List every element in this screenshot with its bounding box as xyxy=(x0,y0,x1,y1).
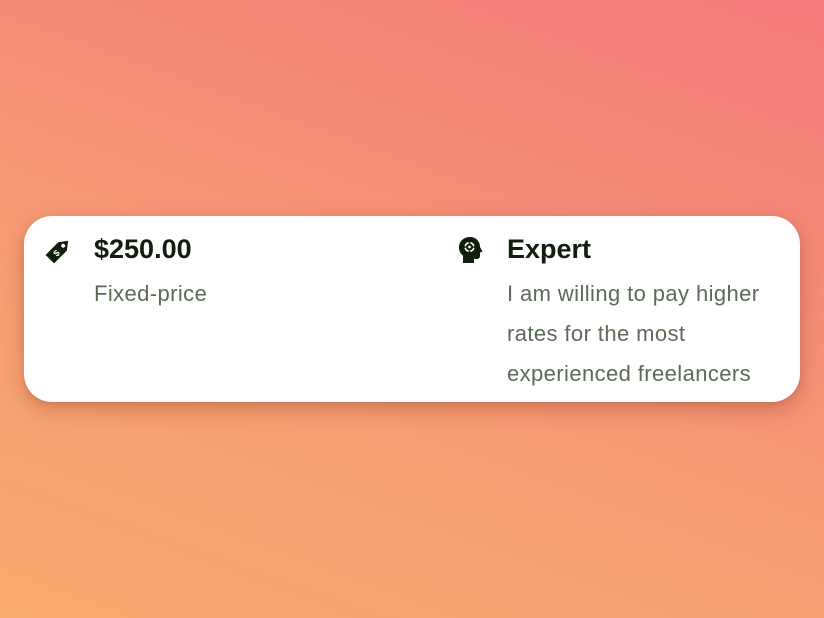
price-tag-icon: $ xyxy=(44,235,74,265)
job-details-card: $ $250.00 Fixed-price Expert I am willin… xyxy=(24,216,800,402)
head-gear-icon xyxy=(456,235,486,265)
budget-type: Fixed-price xyxy=(94,281,208,306)
experience-description: I am willing to pay higher rates for the… xyxy=(507,281,760,386)
experience-level: Expert xyxy=(507,234,592,264)
budget-amount: $250.00 xyxy=(94,234,192,264)
